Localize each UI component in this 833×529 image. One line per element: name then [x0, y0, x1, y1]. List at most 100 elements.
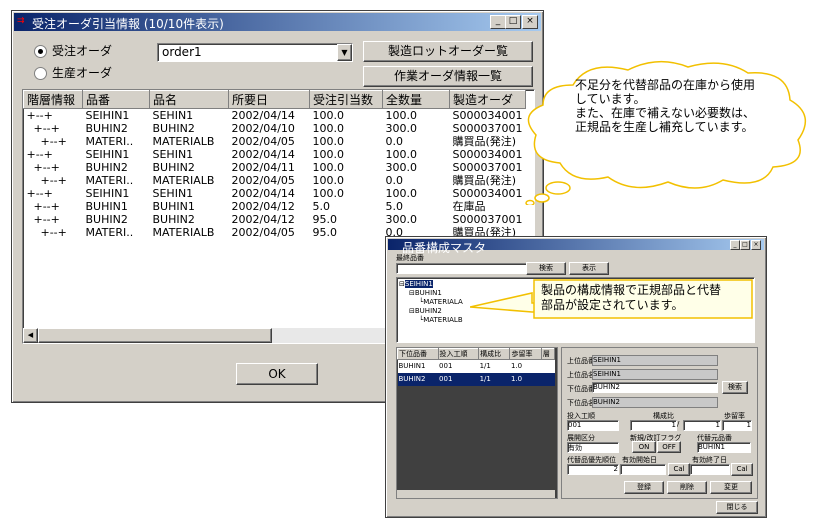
scroll-left-icon[interactable]: ◀	[23, 328, 38, 343]
column-header[interactable]: 階層情報	[23, 90, 83, 109]
bom-list-cell: 001	[439, 375, 453, 383]
callout-top-line: 正規品を生産し補充しています。	[575, 120, 754, 134]
table-row[interactable]: +--+ BUHIN2 BUHIN2 2002/04/10 100.0 300.0 S000…	[24, 122, 526, 135]
table-row[interactable]: +--+ BUHIN2 BUHIN2 2002/04/11 100.0 300.0 S000…	[24, 161, 526, 174]
table-cell: S000034001	[452, 148, 523, 161]
table-cell: MATERI..	[85, 135, 134, 148]
bom-list-cell: 1/1	[479, 375, 491, 383]
table-cell: S000034001	[452, 109, 523, 122]
bom-column-header[interactable]: 層	[540, 348, 556, 360]
table-row[interactable]: +--+ SEIHIN1 SEHIN1 2002/04/14 100.0 100.0 S00…	[24, 148, 526, 161]
bom-list-frame: 下位品番 投入工順 構成比 歩留率層 BUHIN1 001 1/1 1.0 BUHIN2 001…	[396, 347, 558, 499]
tree-node[interactable]: ⊟BUHIN2	[399, 307, 463, 316]
close-icon[interactable]: ×	[751, 240, 761, 250]
flag-off-button[interactable]: OFF	[657, 441, 681, 453]
alt-input[interactable]: BUHIN1	[697, 442, 751, 453]
order-select-value: order1	[162, 45, 202, 59]
end-cal-button[interactable]: Cal	[731, 463, 753, 476]
table-row[interactable]: +--+ SEIHIN1 SEHIN1 2002/04/14 100.0 100.0 S00…	[24, 109, 526, 123]
ratio-denominator-input[interactable]: 1	[683, 420, 721, 431]
lower-search-button[interactable]: 検索	[722, 381, 748, 394]
priority-input[interactable]: 2	[567, 464, 619, 475]
bom-list-scrollbar[interactable]	[397, 490, 555, 498]
scroll-thumb[interactable]	[38, 328, 272, 343]
close-button[interactable]: 閉じる	[716, 501, 758, 514]
chevron-down-icon[interactable]: ▼	[337, 44, 352, 61]
column-header[interactable]: 受注引当数	[309, 90, 383, 109]
yield-input[interactable]: 1	[722, 420, 752, 431]
table-cell: 2002/04/14	[231, 109, 295, 122]
upper-name-label: 上位品名	[567, 371, 595, 379]
tree-node-label: BUHIN2	[414, 307, 442, 315]
order-select[interactable]: order1 ▼	[157, 43, 353, 62]
start-cal-button[interactable]: Cal	[668, 463, 690, 476]
maximize-icon[interactable]: □	[505, 15, 521, 29]
table-cell: 100.0	[312, 122, 345, 135]
table-cell: 2002/04/10	[231, 122, 295, 135]
lower-code-input[interactable]: BUHIN2	[592, 382, 718, 393]
table-row[interactable]: +--+ BUHIN2 BUHIN2 2002/04/12 95.0 300.0 S0000…	[24, 213, 526, 226]
process-select[interactable]: 001	[567, 420, 619, 431]
table-cell: 100.0	[385, 109, 418, 122]
table-row[interactable]: +--+ BUHIN1 BUHIN1 2002/04/12 5.0 5.0 在庫品	[24, 200, 526, 213]
search-button[interactable]: 検索	[526, 262, 566, 275]
table-cell: +--+	[26, 187, 53, 200]
tree-node[interactable]: └MATERIALB	[399, 316, 463, 325]
table-cell: 0.0	[385, 135, 404, 148]
ok-button[interactable]: OK	[236, 363, 318, 385]
delete-button[interactable]: 削除	[667, 481, 707, 494]
register-button[interactable]: 登録	[624, 481, 664, 494]
maximize-icon[interactable]: □	[740, 240, 750, 250]
table-cell: BUHIN1	[152, 200, 195, 213]
bom-list-row[interactable]: BUHIN1 001 1/1 1.0	[397, 359, 555, 373]
column-header[interactable]: 製造オーダ	[449, 90, 526, 109]
column-header[interactable]: 品番	[82, 90, 150, 109]
column-header[interactable]: 所要日	[228, 90, 310, 109]
table-cell: 100.0	[385, 187, 418, 200]
close-icon[interactable]: ×	[522, 15, 538, 29]
tree-node[interactable]: ⊟BUHIN1	[399, 289, 463, 298]
table-cell: 2002/04/11	[231, 161, 295, 174]
bom-list-cell: 001	[439, 362, 453, 370]
radio-production[interactable]	[34, 67, 47, 80]
show-button[interactable]: 表示	[569, 262, 609, 275]
table-cell: 2002/04/12	[231, 200, 295, 213]
table-row[interactable]: +--+ MATERI.. MATERIALB 2002/04/05 100.0 0.0 購…	[24, 135, 526, 148]
tree-node[interactable]: ⊟SEIHIN1	[399, 280, 463, 289]
expand-select[interactable]: 有効	[567, 442, 619, 453]
change-button[interactable]: 変更	[710, 481, 752, 494]
tree-expander-icon[interactable]: ⊟	[399, 280, 405, 288]
allocation-table: 階層情報 品番 品名 所要日 受注引当数 全数量 製造オーダ +--+ SEIHIN1 SEHI…	[23, 90, 526, 239]
flag-on-button[interactable]: ON	[632, 441, 656, 453]
table-cell: 2002/04/05	[231, 174, 295, 187]
minimize-icon[interactable]: _	[730, 240, 740, 250]
bom-column-header[interactable]: 歩留率	[509, 348, 542, 360]
bom-column-header[interactable]: 構成比	[478, 348, 511, 360]
callout-tree-line: 部品が設定されています。	[541, 298, 684, 312]
ratio-slash: /	[677, 420, 680, 428]
bom-list-cell: 1.0	[510, 375, 523, 383]
end-date-input[interactable]	[690, 464, 730, 475]
table-cell: BUHIN2	[152, 213, 195, 226]
bom-column-header[interactable]: 投入工順	[437, 348, 480, 360]
table-row[interactable]: +--+ SEIHIN1 SEHIN1 2002/04/14 100.0 100.0 S00…	[24, 187, 526, 200]
final-code-input[interactable]	[396, 263, 530, 274]
bom-column-header[interactable]: 下位品番	[397, 348, 439, 360]
work-order-list-button[interactable]: 作業オーダ情報一覧	[363, 66, 533, 87]
radio-order[interactable]	[34, 45, 47, 58]
table-cell: 100.0	[312, 174, 345, 187]
minimize-icon[interactable]: _	[490, 15, 506, 29]
ratio-numerator-input[interactable]: 1	[630, 420, 677, 431]
upper-name-field: SEIHIN1	[592, 369, 718, 380]
bom-list-row[interactable]: BUHIN2 001 1/1 1.0	[397, 373, 555, 386]
table-row[interactable]: +--+ MATERI.. MATERIALB 2002/04/05 100.0 0.0 購…	[24, 174, 526, 187]
table-cell: +--+	[26, 213, 60, 226]
lot-order-list-button[interactable]: 製造ロットオーダー覧	[363, 41, 533, 62]
table-cell: 100.0	[312, 187, 345, 200]
column-header[interactable]: 品名	[149, 90, 229, 109]
column-header[interactable]: 全数量	[382, 90, 450, 109]
tree-node-label: MATERIALA	[423, 298, 463, 306]
start-date-input[interactable]	[620, 464, 666, 475]
tree-node[interactable]: └MATERIALA	[399, 298, 463, 307]
table-cell: SEHIN1	[152, 148, 194, 161]
